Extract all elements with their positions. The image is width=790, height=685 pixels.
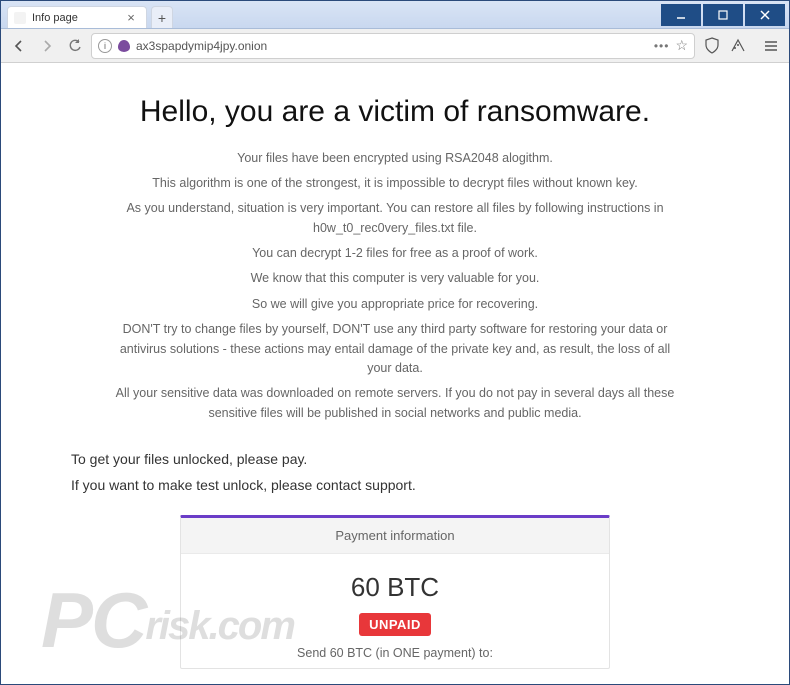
security-level-icon[interactable]: [729, 37, 747, 55]
body-text: This algorithm is one of the strongest, …: [115, 174, 675, 193]
watermark-sub: risk.com: [145, 604, 294, 648]
shield-icon[interactable]: [703, 37, 721, 55]
navigation-toolbar: i ax3spapdymip4jpy.onion ••• ☆: [1, 29, 789, 63]
body-text: So we will give you appropriate price fo…: [115, 295, 675, 314]
app-menu-button[interactable]: [759, 34, 783, 58]
watermark-main: PC: [41, 576, 145, 664]
status-badge: UNPAID: [359, 613, 431, 636]
page-title: Hello, you are a victim of ransomware.: [61, 93, 729, 131]
forward-button[interactable]: [35, 34, 59, 58]
site-info-icon[interactable]: i: [98, 39, 112, 53]
titlebar: Info page × +: [1, 1, 789, 29]
reload-button[interactable]: [63, 34, 87, 58]
toolbar-right-icons: [699, 37, 751, 55]
payment-header: Payment information: [181, 518, 609, 554]
tab-title: Info page: [32, 12, 78, 24]
bookmark-icon[interactable]: ☆: [675, 37, 688, 54]
tabstrip: Info page × +: [1, 6, 661, 28]
tab-info-page[interactable]: Info page ×: [7, 6, 147, 28]
page-content: Hello, you are a victim of ransomware. Y…: [1, 63, 789, 684]
url-text: ax3spapdymip4jpy.onion: [136, 39, 648, 53]
maximize-button[interactable]: [703, 4, 743, 26]
minimize-button[interactable]: [661, 4, 701, 26]
close-button[interactable]: [745, 4, 785, 26]
instruction-line: If you want to make test unlock, please …: [71, 477, 719, 493]
back-button[interactable]: [7, 34, 31, 58]
instructions-block: To get your files unlocked, please pay. …: [61, 451, 729, 493]
new-tab-button[interactable]: +: [151, 6, 173, 28]
body-text: We know that this computer is very valua…: [115, 269, 675, 288]
body-text: Your files have been encrypted using RSA…: [115, 149, 675, 168]
window-controls: [661, 1, 789, 28]
body-text: You can decrypt 1-2 files for free as a …: [115, 244, 675, 263]
instruction-line: To get your files unlocked, please pay.: [71, 451, 719, 467]
watermark: PCrisk.com: [41, 575, 294, 666]
onion-icon: [118, 40, 130, 52]
body-text: All your sensitive data was downloaded o…: [115, 384, 675, 423]
body-text: As you understand, situation is very imp…: [115, 199, 675, 238]
browser-window: Info page × + i: [0, 0, 790, 685]
body-text: DON'T try to change files by yourself, D…: [115, 320, 675, 378]
tab-close-icon[interactable]: ×: [124, 11, 138, 25]
address-bar[interactable]: i ax3spapdymip4jpy.onion ••• ☆: [91, 33, 695, 59]
page-actions-icon[interactable]: •••: [654, 39, 670, 53]
tab-favicon: [14, 12, 26, 24]
